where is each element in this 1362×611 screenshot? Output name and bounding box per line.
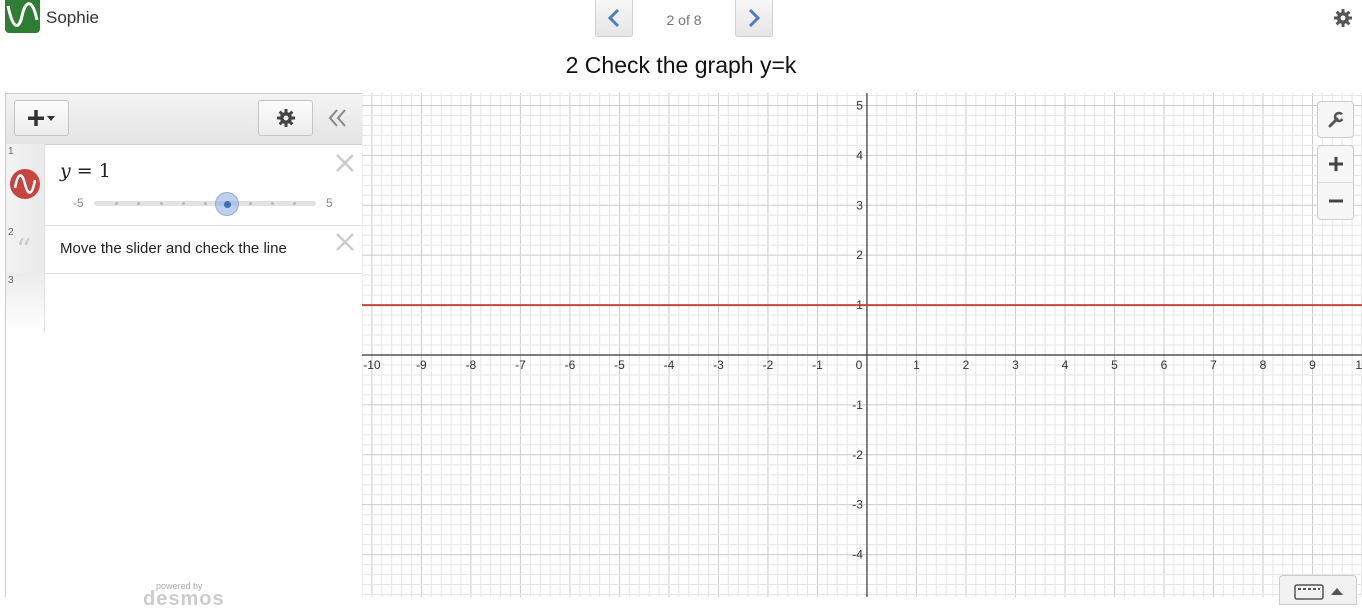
x-tick-label: 6 [1161, 358, 1168, 372]
desmos-logo-icon [5, 0, 40, 33]
slider-tick [115, 202, 118, 205]
page-title: 2 Check the graph y=k [565, 52, 797, 78]
keyboard-toggle-button[interactable] [1279, 575, 1357, 605]
x-tick-label: -2 [763, 358, 774, 372]
expression-variable: y [60, 160, 71, 182]
slider-track[interactable] [94, 201, 316, 206]
slider-tick [182, 202, 185, 205]
y-tick-label: 5 [856, 98, 863, 112]
x-tick-label: -7 [515, 358, 526, 372]
x-tick-label: 10 [1355, 358, 1362, 372]
expression-math[interactable]: y = 1 [60, 160, 111, 182]
gear-icon[interactable] [1333, 8, 1353, 28]
x-tick-label: -5 [614, 358, 625, 372]
expression-index: 1 [8, 146, 14, 157]
chevron-left-icon [607, 8, 620, 28]
chevron-up-icon [1331, 588, 1343, 595]
y-tick-label: 2 [856, 248, 863, 262]
slider-tick [249, 202, 252, 205]
x-tick-label: -8 [466, 358, 477, 372]
x-tick-label: 4 [1062, 358, 1069, 372]
zoom-in-button[interactable] [1318, 146, 1353, 183]
quote-icon: “ [16, 233, 32, 268]
expression-operator: = [76, 160, 93, 182]
x-tick-label: 8 [1260, 358, 1267, 372]
graph-color-toggle-icon[interactable] [9, 168, 41, 200]
expression-index: 3 [8, 275, 14, 286]
note-text[interactable]: Move the slider and check the line [60, 240, 287, 257]
expression-item-1[interactable]: 1 y = 1 -5 5 [6, 144, 362, 226]
x-tick-label: 1 [913, 358, 920, 372]
previous-page-button[interactable] [595, 0, 633, 37]
x-tick-label: -3 [713, 358, 724, 372]
panel-settings-button[interactable] [258, 100, 313, 136]
x-tick-label: -1 [812, 358, 823, 372]
x-tick-label: 3 [1012, 358, 1019, 372]
slider-min-label[interactable]: -5 [73, 196, 84, 210]
graph-paper[interactable]: -10-9-8-7-6-5-4-3-2-1012345678910-4-3-2-… [362, 93, 1362, 597]
slider-tick [271, 202, 274, 205]
expression-value: 1 [98, 160, 111, 182]
y-tick-label: -4 [852, 548, 863, 562]
zoom-controls [1317, 145, 1354, 220]
zoom-out-button[interactable] [1318, 183, 1353, 219]
expression-item-3[interactable]: 3 [6, 273, 362, 333]
plus-dropdown-icon [27, 110, 55, 126]
y-tick-label: 4 [856, 148, 863, 162]
double-chevron-left-icon[interactable] [326, 106, 350, 130]
wrench-icon [1328, 111, 1345, 127]
x-tick-label: -9 [416, 358, 427, 372]
y-tick-label: -2 [852, 448, 863, 462]
x-tick-label: -6 [565, 358, 576, 372]
expression-gutter: 1 [6, 144, 45, 225]
x-tick-label: 5 [1111, 358, 1118, 372]
slider-tick [204, 202, 207, 205]
expression-gutter: 3 [6, 273, 45, 333]
expression-index: 2 [8, 227, 14, 238]
next-page-button[interactable] [735, 0, 773, 37]
close-icon[interactable] [334, 231, 356, 253]
x-tick-label: 0 [856, 358, 863, 372]
y-tick-label: -1 [852, 398, 863, 412]
x-tick-label: -10 [363, 358, 381, 372]
slider-tick [160, 202, 163, 205]
add-item-button[interactable] [14, 100, 69, 136]
expression-item-2[interactable]: 2 “ Move the slider and check the line [6, 225, 362, 274]
gear-icon [276, 109, 295, 127]
slider-max-label[interactable]: 5 [326, 196, 333, 210]
panel-toolbar [6, 94, 362, 145]
graph-settings-button[interactable] [1317, 101, 1354, 138]
x-tick-label: 2 [963, 358, 970, 372]
slider-tick [293, 202, 296, 205]
keyboard-icon [1294, 584, 1324, 600]
chevron-right-icon [748, 8, 761, 28]
expression-gutter: 2 “ [6, 225, 45, 273]
desmos-wordmark[interactable]: desmos [143, 588, 225, 611]
x-tick-label: 7 [1210, 358, 1217, 372]
minus-icon [1328, 199, 1343, 203]
page-counter: 2 of 8 [666, 12, 702, 28]
slider-tick [137, 202, 140, 205]
plus-icon [1328, 157, 1343, 171]
y-tick-label: 3 [856, 198, 863, 212]
close-icon[interactable] [334, 152, 356, 174]
student-name: Sophie [46, 8, 99, 27]
x-tick-label: -4 [664, 358, 675, 372]
y-tick-label: -3 [852, 498, 863, 512]
expression-panel: 1 y = 1 -5 5 2 “ Move the slider and che… [5, 93, 362, 610]
slider-handle[interactable] [215, 192, 240, 216]
x-tick-label: 9 [1309, 358, 1316, 372]
graph-svg[interactable]: -10-9-8-7-6-5-4-3-2-1012345678910-4-3-2-… [362, 93, 1362, 597]
